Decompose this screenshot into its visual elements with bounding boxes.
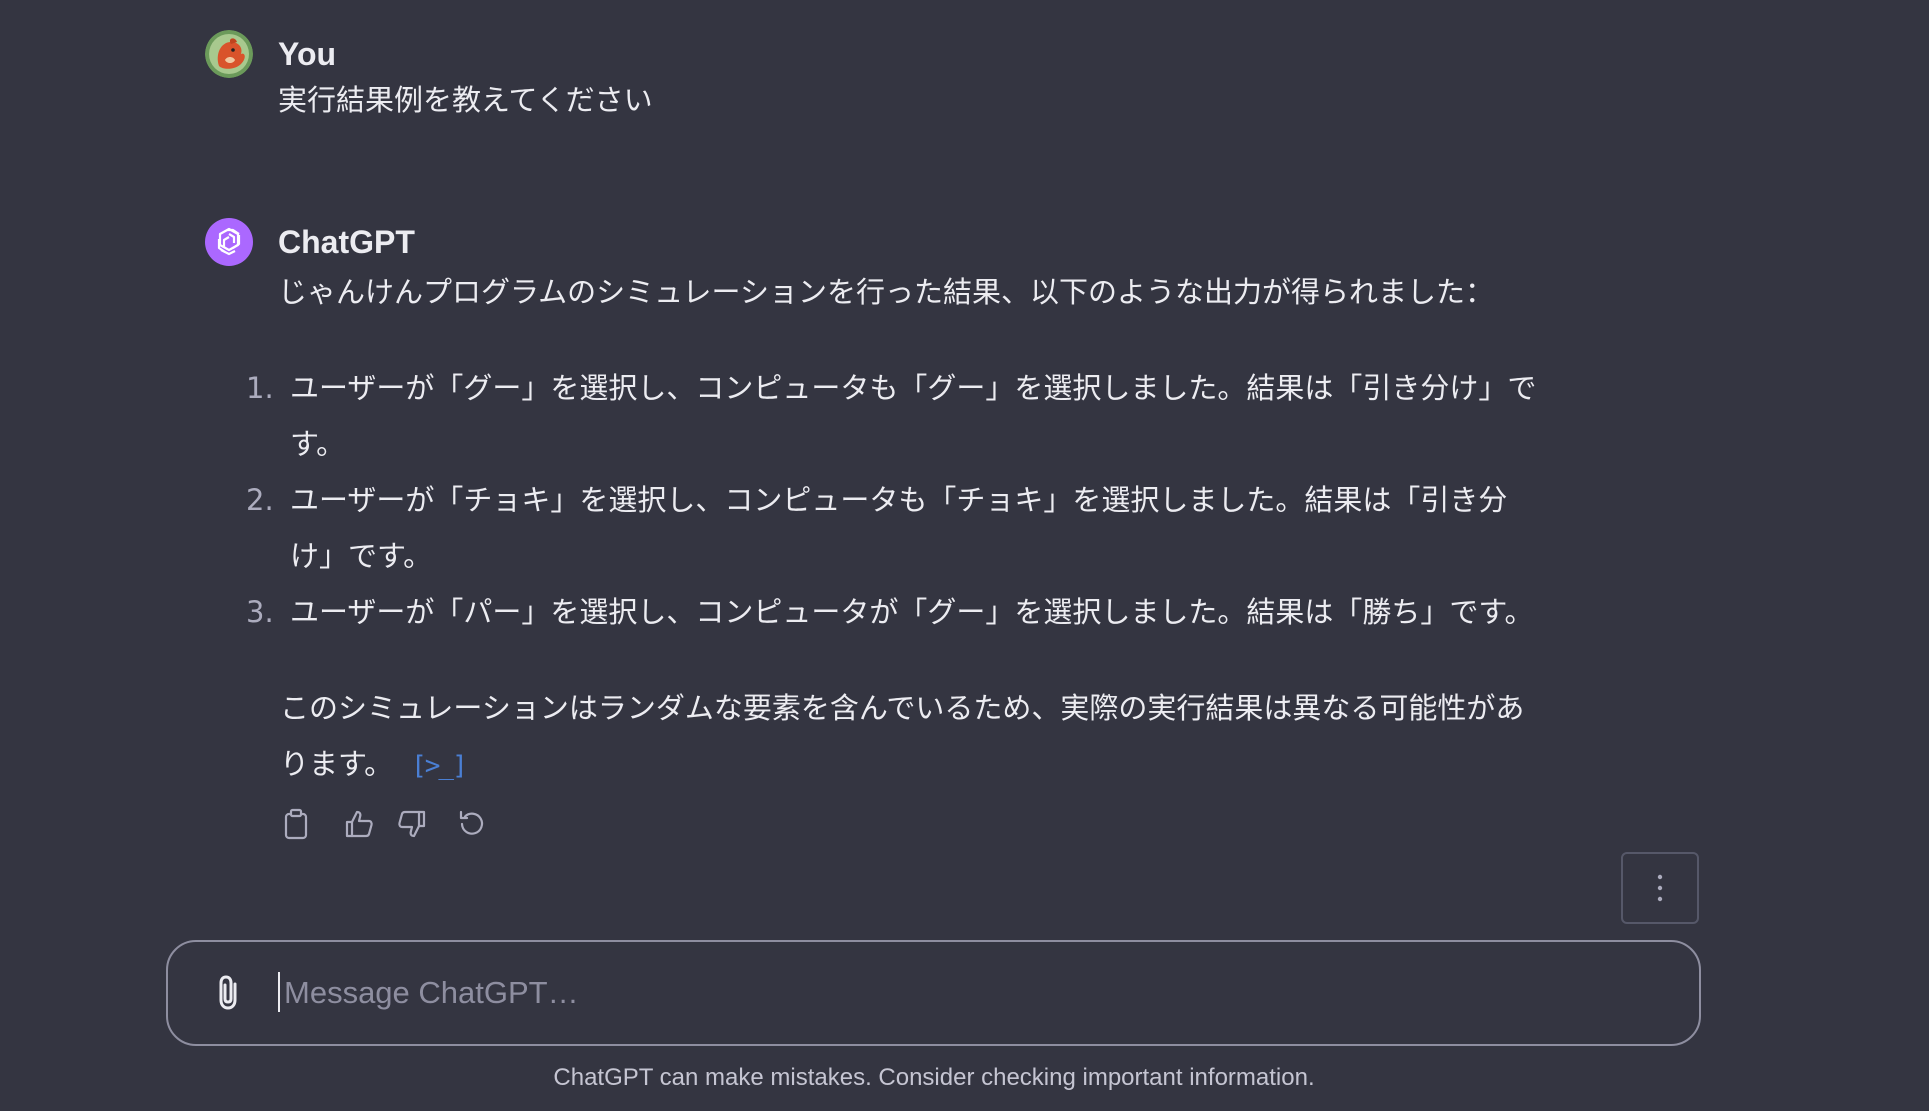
list-item-line: ユーザーが「パー」を選択し、コンピュータが「グー」を選択しました。結果は「勝ち」… <box>290 595 1534 629</box>
message-input[interactable] <box>282 964 1666 1022</box>
squirrel-avatar-icon <box>205 30 253 78</box>
assistant-closing-line-2-wrap: ります。 [>_] <box>280 736 468 794</box>
user-message-text: 実行結果例を教えてください <box>278 83 653 117</box>
assistant-avatar <box>205 218 253 266</box>
paperclip-icon[interactable] <box>208 972 250 1014</box>
message-composer <box>166 940 1701 1046</box>
list-item-line: す。 <box>290 427 346 461</box>
disclaimer-text: ChatGPT can make mistakes. Consider chec… <box>553 1064 1315 1091</box>
assistant-closing-line-2: ります。 <box>280 747 394 781</box>
assistant-intro-text: じゃんけんプログラムのシミュレーションを行った結果、以下のような出力が得られまし… <box>278 275 1494 309</box>
list-item-line: ユーザーが「チョキ」を選択し、コンピュータも「チョキ」を選択しました。結果は「引… <box>290 483 1508 517</box>
assistant-closing-line-1: このシミュレーションはランダムな要素を含んでいるため、実際の実行結果は異なる可能… <box>280 691 1525 725</box>
list-item: 1. ユーザーが「グー」を選択し、コンピュータも「グー」を選択しました。結果は「… <box>246 360 1666 472</box>
view-code-link[interactable]: [>_] <box>411 738 468 794</box>
user-avatar <box>205 30 253 78</box>
list-item-line: ユーザーが「グー」を選択し、コンピュータも「グー」を選択しました。結果は「引き分… <box>290 371 1537 405</box>
more-options-button[interactable] <box>1621 852 1699 924</box>
list-number: 3. <box>246 595 274 629</box>
user-author-name: You <box>278 36 337 72</box>
list-item: 2. ユーザーが「チョキ」を選択し、コンピュータも「チョキ」を選択しました。結果… <box>246 472 1666 584</box>
copy-icon[interactable] <box>279 807 313 841</box>
list-item-line: け」です。 <box>290 539 433 573</box>
thumbs-down-icon[interactable] <box>395 807 429 841</box>
more-vertical-icon <box>1657 874 1663 902</box>
list-item: 3. ユーザーが「パー」を選択し、コンピュータが「グー」を選択しました。結果は「… <box>246 584 1666 640</box>
assistant-author-name: ChatGPT <box>278 224 415 260</box>
thumbs-up-icon[interactable] <box>342 807 376 841</box>
list-number: 1. <box>246 371 274 405</box>
chat-page: You 実行結果例を教えてください ChatGPT じゃんけんプログラムのシミュ… <box>0 0 1929 1111</box>
openai-logo-icon <box>217 227 241 256</box>
regenerate-icon[interactable] <box>455 807 489 841</box>
text-caret <box>278 972 280 1012</box>
list-number: 2. <box>246 483 274 517</box>
result-list: 1. ユーザーが「グー」を選択し、コンピュータも「グー」を選択しました。結果は「… <box>246 360 1666 640</box>
